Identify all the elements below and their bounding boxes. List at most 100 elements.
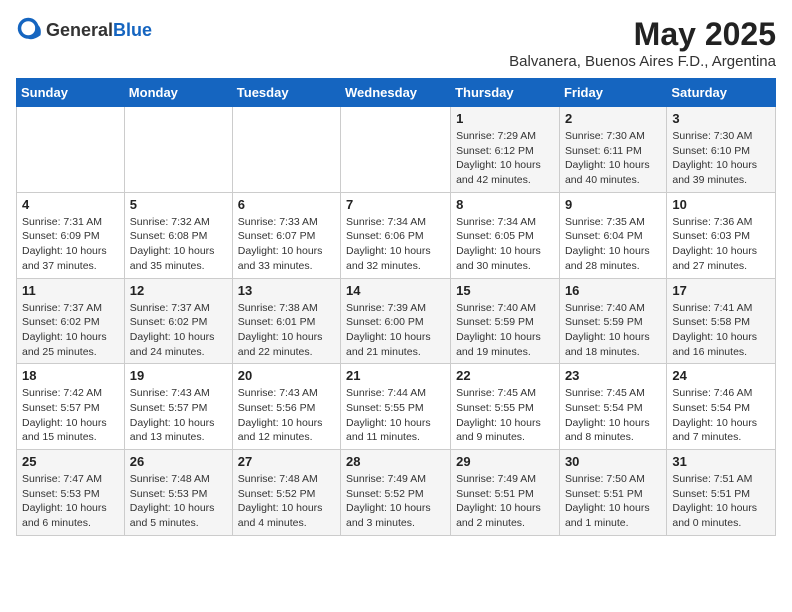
day-info: Sunrise: 7:40 AM Sunset: 5:59 PM Dayligh… [456,301,554,360]
day-number: 11 [22,283,119,298]
day-number: 3 [672,111,770,126]
calendar-week-3: 11 Sunrise: 7:37 AM Sunset: 6:02 PM Dayli… [17,278,776,364]
day-info: Sunrise: 7:33 AM Sunset: 6:07 PM Dayligh… [238,215,335,274]
calendar-week-5: 25Sunrise: 7:47 AM Sunset: 5:53 PM Dayli… [17,450,776,536]
calendar-cell: 15 Sunrise: 7:40 AM Sunset: 5:59 PM Dayli… [451,278,560,364]
calendar-cell: 6 Sunrise: 7:33 AM Sunset: 6:07 PM Daylig… [232,192,340,278]
day-number: 18 [22,368,119,383]
day-info: Sunrise: 7:36 AM Sunset: 6:03 PM Dayligh… [672,215,770,274]
calendar-cell [17,107,125,193]
day-number: 15 [456,283,554,298]
calendar-week-4: 18 Sunrise: 7:42 AM Sunset: 5:57 PM Dayli… [17,364,776,450]
day-number: 24 [672,368,770,383]
calendar-cell: 10Sunrise: 7:36 AM Sunset: 6:03 PM Dayli… [667,192,776,278]
calendar-cell [124,107,232,193]
day-info: Sunrise: 7:49 AM Sunset: 5:52 PM Dayligh… [346,472,445,531]
month-title: May 2025 [509,16,776,53]
calendar-cell: 19 Sunrise: 7:43 AM Sunset: 5:57 PM Dayli… [124,364,232,450]
day-number: 19 [130,368,227,383]
calendar-cell: 8 Sunrise: 7:34 AM Sunset: 6:05 PM Daylig… [451,192,560,278]
day-info: Sunrise: 7:34 AM Sunset: 6:06 PM Dayligh… [346,215,445,274]
page-header: GeneralBlue May 2025 Balvanera, Buenos A… [16,16,776,70]
day-number: 5 [130,197,227,212]
calendar-cell: 24 Sunrise: 7:46 AM Sunset: 5:54 PM Dayli… [667,364,776,450]
day-info: Sunrise: 7:35 AM Sunset: 6:04 PM Dayligh… [565,215,661,274]
calendar-cell: 18 Sunrise: 7:42 AM Sunset: 5:57 PM Dayli… [17,364,125,450]
day-number: 4 [22,197,119,212]
calendar-cell: 28 Sunrise: 7:49 AM Sunset: 5:52 PM Dayli… [341,450,451,536]
weekday-header-thursday: Thursday [451,79,560,107]
calendar-cell [232,107,340,193]
calendar-cell: 12Sunrise: 7:37 AM Sunset: 6:02 PM Dayli… [124,278,232,364]
day-info: Sunrise: 7:37 AM Sunset: 6:02 PM Dayligh… [22,301,119,360]
day-info: Sunrise: 7:51 AM Sunset: 5:51 PM Dayligh… [672,472,770,531]
day-number: 7 [346,197,445,212]
calendar-cell [341,107,451,193]
calendar-cell: 26Sunrise: 7:48 AM Sunset: 5:53 PM Dayli… [124,450,232,536]
calendar-week-2: 4 Sunrise: 7:31 AM Sunset: 6:09 PM Daylig… [17,192,776,278]
day-number: 29 [456,454,554,469]
calendar-cell: 30 Sunrise: 7:50 AM Sunset: 5:51 PM Dayli… [559,450,666,536]
logo: GeneralBlue [16,16,152,44]
day-number: 9 [565,197,661,212]
day-info: Sunrise: 7:37 AM Sunset: 6:02 PM Dayligh… [130,301,227,360]
day-info: Sunrise: 7:32 AM Sunset: 6:08 PM Dayligh… [130,215,227,274]
day-number: 2 [565,111,661,126]
calendar-cell: 2 Sunrise: 7:30 AM Sunset: 6:11 PM Daylig… [559,107,666,193]
logo-icon [16,16,44,44]
calendar-cell: 27Sunrise: 7:48 AM Sunset: 5:52 PM Dayli… [232,450,340,536]
day-info: Sunrise: 7:39 AM Sunset: 6:00 PM Dayligh… [346,301,445,360]
calendar-cell: 7 Sunrise: 7:34 AM Sunset: 6:06 PM Daylig… [341,192,451,278]
day-info: Sunrise: 7:43 AM Sunset: 5:56 PM Dayligh… [238,386,335,445]
calendar-cell: 23 Sunrise: 7:45 AM Sunset: 5:54 PM Dayli… [559,364,666,450]
calendar-cell: 17 Sunrise: 7:41 AM Sunset: 5:58 PM Dayli… [667,278,776,364]
day-number: 30 [565,454,661,469]
day-number: 17 [672,283,770,298]
day-number: 8 [456,197,554,212]
day-info: Sunrise: 7:45 AM Sunset: 5:55 PM Dayligh… [456,386,554,445]
weekday-header-sunday: Sunday [17,79,125,107]
calendar-header: SundayMondayTuesdayWednesdayThursdayFrid… [17,79,776,107]
day-info: Sunrise: 7:42 AM Sunset: 5:57 PM Dayligh… [22,386,119,445]
calendar-cell: 31Sunrise: 7:51 AM Sunset: 5:51 PM Dayli… [667,450,776,536]
day-info: Sunrise: 7:48 AM Sunset: 5:52 PM Dayligh… [238,472,335,531]
calendar-cell: 4 Sunrise: 7:31 AM Sunset: 6:09 PM Daylig… [17,192,125,278]
calendar-week-1: 1 Sunrise: 7:29 AM Sunset: 6:12 PM Daylig… [17,107,776,193]
day-info: Sunrise: 7:34 AM Sunset: 6:05 PM Dayligh… [456,215,554,274]
title-block: May 2025 Balvanera, Buenos Aires F.D., A… [509,16,776,70]
day-info: Sunrise: 7:30 AM Sunset: 6:10 PM Dayligh… [672,129,770,188]
day-info: Sunrise: 7:49 AM Sunset: 5:51 PM Dayligh… [456,472,554,531]
calendar-cell: 16Sunrise: 7:40 AM Sunset: 5:59 PM Dayli… [559,278,666,364]
day-info: Sunrise: 7:38 AM Sunset: 6:01 PM Dayligh… [238,301,335,360]
day-info: Sunrise: 7:41 AM Sunset: 5:58 PM Dayligh… [672,301,770,360]
calendar-cell: 13Sunrise: 7:38 AM Sunset: 6:01 PM Dayli… [232,278,340,364]
day-info: Sunrise: 7:43 AM Sunset: 5:57 PM Dayligh… [130,386,227,445]
day-number: 22 [456,368,554,383]
calendar-cell: 22 Sunrise: 7:45 AM Sunset: 5:55 PM Dayli… [451,364,560,450]
location-title: Balvanera, Buenos Aires F.D., Argentina [509,53,776,70]
calendar-cell: 11 Sunrise: 7:37 AM Sunset: 6:02 PM Dayli… [17,278,125,364]
day-info: Sunrise: 7:48 AM Sunset: 5:53 PM Dayligh… [130,472,227,531]
day-number: 28 [346,454,445,469]
day-info: Sunrise: 7:29 AM Sunset: 6:12 PM Dayligh… [456,129,554,188]
weekday-header-monday: Monday [124,79,232,107]
day-number: 25 [22,454,119,469]
day-number: 20 [238,368,335,383]
calendar-cell: 20 Sunrise: 7:43 AM Sunset: 5:56 PM Dayli… [232,364,340,450]
day-info: Sunrise: 7:45 AM Sunset: 5:54 PM Dayligh… [565,386,661,445]
day-info: Sunrise: 7:30 AM Sunset: 6:11 PM Dayligh… [565,129,661,188]
logo-blue: Blue [113,20,152,40]
calendar-cell: 29 Sunrise: 7:49 AM Sunset: 5:51 PM Dayli… [451,450,560,536]
day-info: Sunrise: 7:50 AM Sunset: 5:51 PM Dayligh… [565,472,661,531]
day-info: Sunrise: 7:46 AM Sunset: 5:54 PM Dayligh… [672,386,770,445]
calendar-cell: 3 Sunrise: 7:30 AM Sunset: 6:10 PM Daylig… [667,107,776,193]
calendar-cell: 21Sunrise: 7:44 AM Sunset: 5:55 PM Dayli… [341,364,451,450]
day-number: 23 [565,368,661,383]
weekday-header-friday: Friday [559,79,666,107]
day-number: 1 [456,111,554,126]
calendar-table: SundayMondayTuesdayWednesdayThursdayFrid… [16,78,776,536]
day-number: 6 [238,197,335,212]
calendar-cell: 14Sunrise: 7:39 AM Sunset: 6:00 PM Dayli… [341,278,451,364]
day-info: Sunrise: 7:31 AM Sunset: 6:09 PM Dayligh… [22,215,119,274]
calendar-cell: 1 Sunrise: 7:29 AM Sunset: 6:12 PM Daylig… [451,107,560,193]
